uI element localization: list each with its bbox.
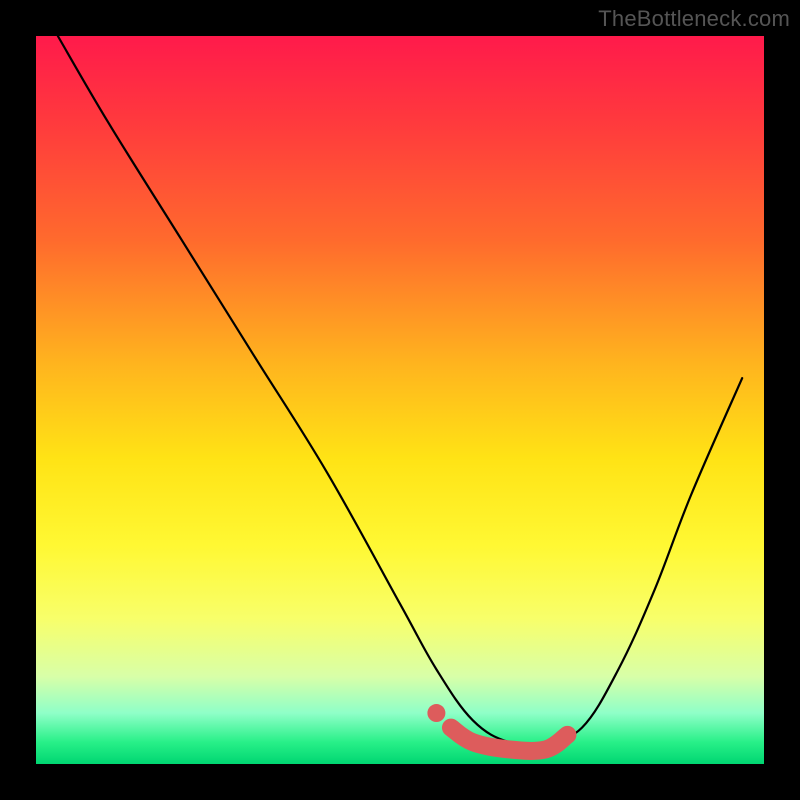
bottleneck-curve — [58, 36, 742, 745]
plot-area — [36, 36, 764, 764]
watermark-text: TheBottleneck.com — [598, 6, 790, 32]
optimal-range-start-dot — [427, 704, 445, 722]
optimal-range-highlight — [451, 728, 567, 751]
curve-layer — [36, 36, 764, 764]
chart-stage: TheBottleneck.com — [0, 0, 800, 800]
